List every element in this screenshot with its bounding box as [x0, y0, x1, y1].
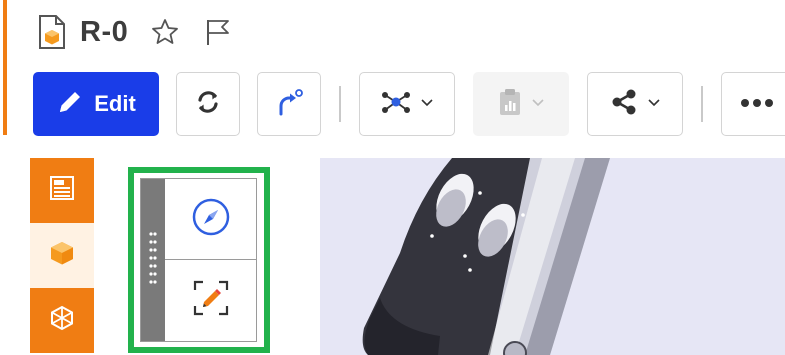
cube-icon	[48, 239, 76, 272]
markup-button[interactable]	[165, 260, 257, 341]
edit-button-label: Edit	[94, 91, 136, 116]
3d-viewport[interactable]	[320, 158, 785, 355]
ellipsis-icon	[740, 95, 774, 113]
title-row: R-0	[38, 8, 232, 56]
compass-button[interactable]	[165, 179, 257, 260]
redirect-button[interactable]	[257, 72, 321, 136]
structure-icon	[48, 304, 76, 337]
chevron-down-icon	[531, 95, 545, 113]
3d-model-render	[320, 158, 785, 355]
toolbar: Edit	[33, 72, 785, 136]
network-dropdown-button[interactable]	[359, 72, 455, 136]
network-graph-icon	[380, 87, 412, 122]
pencil-frame-icon	[191, 278, 231, 323]
compass-icon	[190, 196, 232, 243]
curved-arrow-icon	[274, 87, 304, 122]
panel-drag-handle[interactable]	[141, 179, 165, 341]
toolbar-separator	[701, 86, 703, 122]
page-title: R-0	[80, 15, 129, 48]
clipboard-chart-icon	[497, 87, 523, 122]
flag-icon[interactable]	[202, 17, 232, 47]
refresh-icon	[193, 87, 223, 122]
share-dropdown-button[interactable]	[587, 72, 683, 136]
star-icon[interactable]	[150, 17, 180, 47]
document-cube-icon	[38, 14, 66, 50]
share-icon	[609, 87, 639, 122]
pencil-icon	[56, 88, 84, 121]
chevron-down-icon	[647, 95, 661, 113]
details-icon	[49, 175, 75, 206]
refresh-button[interactable]	[176, 72, 240, 136]
chevron-down-icon	[420, 95, 434, 113]
rail-item-3d-view[interactable]	[30, 223, 94, 288]
toolbar-separator	[339, 86, 341, 122]
left-rail	[30, 158, 94, 355]
floating-tool-panel	[140, 178, 257, 342]
rail-item-structure[interactable]	[30, 288, 94, 353]
edit-button[interactable]: Edit	[33, 72, 159, 136]
more-button[interactable]	[721, 72, 785, 136]
accent-bar	[3, 0, 7, 135]
rail-item-details[interactable]	[30, 158, 94, 223]
grip-icon	[149, 232, 157, 284]
report-dropdown-button[interactable]	[473, 72, 569, 136]
